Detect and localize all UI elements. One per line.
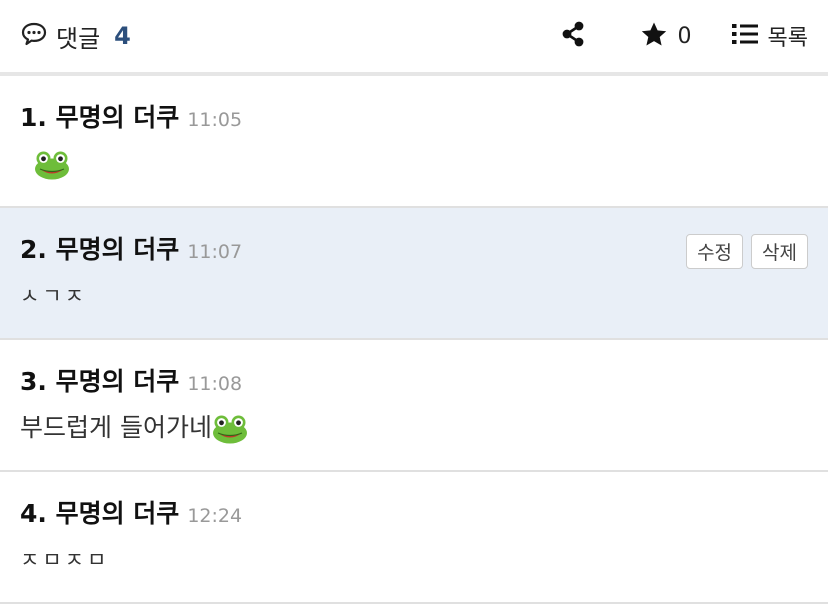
comment-item: 1. 무명의 더쿠 11:05 [0, 76, 828, 208]
comment-author: 3. 무명의 더쿠 [20, 367, 180, 396]
comment-text: 부드럽게 들어가네 [20, 413, 212, 442]
delete-button[interactable]: 삭제 [751, 234, 808, 269]
comment-icon [20, 21, 48, 51]
comment-actions: 수정 삭제 [686, 234, 808, 269]
comment-author: 4. 무명의 더쿠 [20, 499, 180, 528]
comment-body [20, 146, 808, 182]
comment-time: 11:07 [187, 241, 243, 263]
comments-title-group: 댓글 4 [20, 19, 560, 54]
comment-text: ㅅㄱㅈ [20, 284, 87, 308]
share-icon [560, 20, 586, 52]
share-button[interactable] [560, 20, 586, 52]
comment-body: 부드럽게 들어가네 [20, 410, 808, 446]
comment-text: ㅈㅁㅈㅁ [20, 548, 110, 572]
star-count: 0 [677, 23, 692, 49]
comment-author: 1. 무명의 더쿠 [20, 103, 180, 132]
comment-author: 2. 무명의 더쿠 [20, 235, 180, 264]
header-actions: 0 목록 [560, 20, 808, 52]
comments-title: 댓글 [56, 24, 101, 53]
comments-count: 4 [114, 22, 131, 50]
comment-time: 12:24 [187, 505, 243, 527]
star-icon [640, 21, 668, 52]
comment-time: 11:08 [187, 373, 243, 395]
comment-header: 3. 무명의 더쿠 11:08 [20, 340, 808, 398]
comment-body: ㅈㅁㅈㅁ [20, 542, 808, 578]
comment-item: 3. 무명의 더쿠 11:08 부드럽게 들어가네 [0, 340, 828, 472]
comment-time: 11:05 [187, 109, 243, 131]
frog-face-icon [34, 150, 70, 180]
list-button[interactable]: 목록 [731, 20, 808, 52]
comments-header: 댓글 4 0 목록 [0, 0, 828, 76]
list-label: 목록 [767, 26, 808, 51]
comment-item: 4. 무명의 더쿠 12:24 ㅈㅁㅈㅁ [0, 472, 828, 604]
star-button[interactable]: 0 [640, 21, 692, 52]
comment-header: 1. 무명의 더쿠 11:05 [20, 76, 808, 134]
edit-button[interactable]: 수정 [686, 234, 744, 269]
comment-header: 4. 무명의 더쿠 12:24 [20, 472, 808, 530]
comment-body: ㅅㄱㅈ [20, 278, 808, 314]
frog-face-icon [212, 414, 248, 444]
comment-item-highlighted: 2. 무명의 더쿠 11:07 ㅅㄱㅈ 수정 삭제 [0, 208, 828, 340]
list-icon [731, 23, 758, 49]
